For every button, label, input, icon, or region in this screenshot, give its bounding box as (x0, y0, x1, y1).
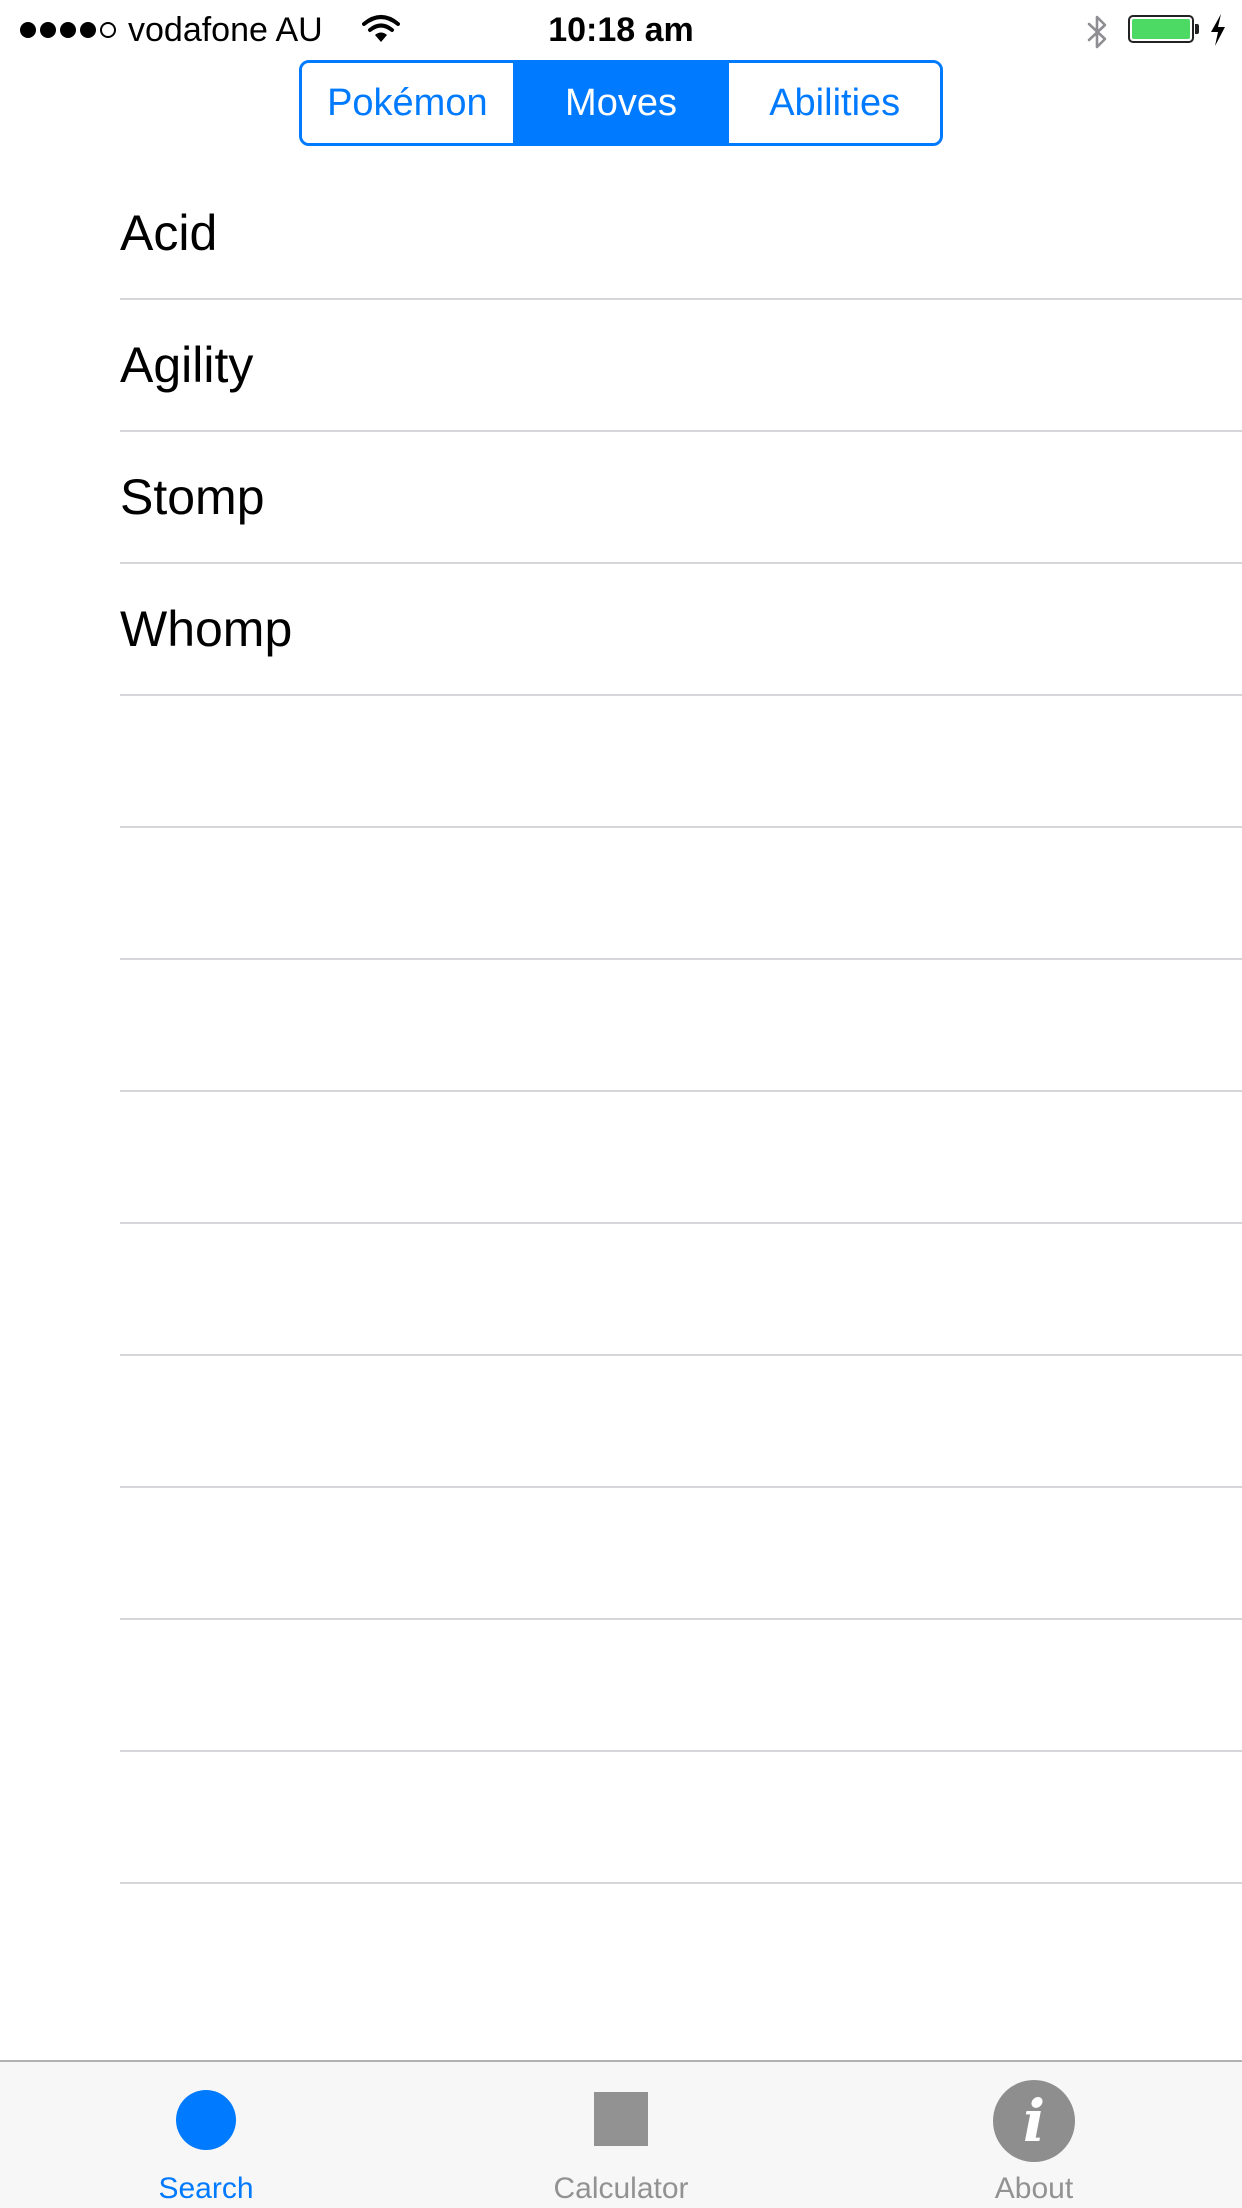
tab-bar: Search Calculator i About (0, 2060, 1242, 2208)
list-item-label: Whomp (120, 601, 293, 657)
bluetooth-icon (1087, 15, 1107, 49)
category-segmented-control: Pokémon Moves Abilities (299, 60, 943, 146)
list-item[interactable]: Acid (0, 168, 1242, 300)
empty-row (0, 828, 1242, 960)
list-item[interactable]: Agility (0, 300, 1242, 432)
battery-level-fill (1132, 19, 1190, 39)
tab-about-label: About (994, 2172, 1074, 2205)
segment-moves[interactable]: Moves (512, 63, 727, 143)
list-item-label: Agility (120, 337, 254, 393)
status-bar: vodafone AU 10:18 am (0, 0, 1242, 60)
list-item-label: Acid (120, 205, 218, 261)
search-circle-icon (176, 2090, 236, 2150)
tab-calculator-label: Calculator (553, 2172, 689, 2205)
segment-abilities[interactable]: Abilities (726, 63, 940, 143)
segment-pokemon[interactable]: Pokémon (302, 63, 513, 143)
empty-row (0, 1356, 1242, 1488)
empty-row (0, 1092, 1242, 1224)
empty-row (0, 1224, 1242, 1356)
moves-list: Acid Agility Stomp Whomp (0, 168, 1242, 1884)
battery-icon (1128, 15, 1194, 43)
tab-calculator[interactable]: Calculator (521, 2062, 721, 2208)
tab-search[interactable]: Search (106, 2062, 306, 2208)
empty-row (0, 1488, 1242, 1620)
empty-row (0, 1752, 1242, 1884)
list-item[interactable]: Whomp (0, 564, 1242, 696)
status-time: 10:18 am (548, 11, 694, 49)
empty-row (0, 960, 1242, 1092)
empty-row (0, 1620, 1242, 1752)
calculator-square-icon (594, 2092, 648, 2146)
info-icon: i (993, 2080, 1075, 2162)
battery-nub (1195, 24, 1199, 34)
list-item-label: Stomp (120, 469, 265, 525)
charging-bolt-icon (1211, 14, 1225, 46)
empty-row (0, 696, 1242, 828)
tab-search-label: Search (158, 2172, 254, 2205)
list-item[interactable]: Stomp (0, 432, 1242, 564)
tab-about[interactable]: i About (934, 2062, 1134, 2208)
